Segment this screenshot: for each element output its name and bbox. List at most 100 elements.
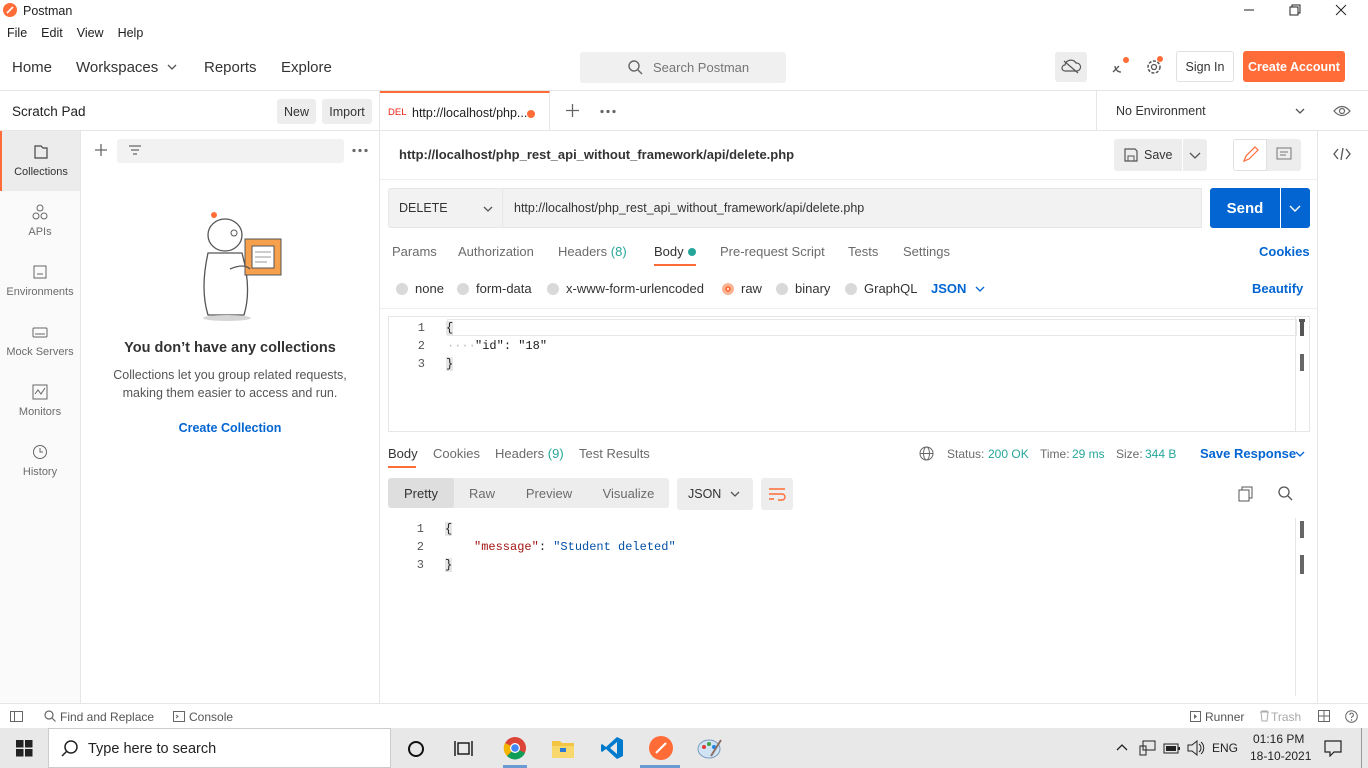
- find-replace-button[interactable]: Find and Replace: [60, 710, 154, 724]
- tab-params[interactable]: Params: [392, 244, 437, 259]
- new-button[interactable]: New: [277, 99, 316, 124]
- postman-app-icon[interactable]: [648, 735, 674, 761]
- save-options-button[interactable]: [1183, 139, 1207, 171]
- sidebar-item-collections[interactable]: Collections: [0, 131, 80, 191]
- save-button[interactable]: Save: [1114, 139, 1182, 171]
- paint-icon[interactable]: [697, 736, 723, 760]
- size-value[interactable]: 344 B: [1145, 447, 1176, 461]
- restore-icon[interactable]: [1289, 4, 1301, 16]
- filter-input[interactable]: [117, 139, 344, 163]
- radio-none[interactable]: none: [396, 281, 444, 296]
- battery-icon[interactable]: [1163, 741, 1181, 755]
- code-snippet-icon[interactable]: [1333, 147, 1351, 161]
- chrome-icon[interactable]: [503, 736, 527, 760]
- clock-date[interactable]: 18-10-2021: [1250, 749, 1311, 763]
- radio-graphql[interactable]: GraphQL: [845, 281, 917, 296]
- tab-authorization[interactable]: Authorization: [458, 244, 534, 259]
- sign-in-button[interactable]: Sign In: [1176, 51, 1234, 82]
- copy-icon[interactable]: [1238, 486, 1254, 502]
- comments-icon[interactable]: [1267, 139, 1301, 171]
- vscode-icon[interactable]: [600, 736, 624, 760]
- sidebar-item-monitors[interactable]: Monitors: [0, 371, 80, 431]
- create-account-button[interactable]: Create Account: [1243, 51, 1345, 82]
- view-pretty-button[interactable]: Pretty: [388, 478, 454, 508]
- clock-time[interactable]: 01:16 PM: [1253, 732, 1304, 746]
- new-tab-icon[interactable]: [566, 104, 579, 117]
- tab-tests[interactable]: Tests: [848, 244, 878, 259]
- sidebar-item-apis[interactable]: APIs: [0, 191, 80, 251]
- radio-binary[interactable]: binary: [776, 281, 830, 296]
- tab-settings[interactable]: Settings: [903, 244, 950, 259]
- response-body-viewer[interactable]: 1 2 3 { "message": "Student deleted" }: [388, 518, 1310, 698]
- time-value[interactable]: 29 ms: [1072, 447, 1105, 461]
- menu-view[interactable]: View: [77, 26, 104, 40]
- tab-body[interactable]: Body: [654, 244, 684, 259]
- save-response-button[interactable]: Save Response: [1200, 446, 1296, 461]
- request-tab[interactable]: DEL http://localhost/php...: [380, 91, 550, 131]
- import-button[interactable]: Import: [322, 99, 372, 124]
- view-raw-button[interactable]: Raw: [454, 478, 510, 508]
- wrap-lines-icon[interactable]: [761, 478, 793, 510]
- add-collection-icon[interactable]: [94, 143, 108, 157]
- beautify-link[interactable]: Beautify: [1252, 281, 1303, 296]
- minimize-icon[interactable]: [1243, 4, 1255, 16]
- more-options-icon[interactable]: [352, 148, 368, 153]
- tab-headers[interactable]: Headers (8): [558, 244, 627, 259]
- close-icon[interactable]: [1335, 4, 1347, 16]
- settings-gear-icon[interactable]: [1145, 56, 1165, 76]
- task-view-icon[interactable]: [454, 740, 473, 757]
- chevron-up-icon[interactable]: [1116, 743, 1128, 751]
- menu-file[interactable]: File: [7, 26, 27, 40]
- nav-explore[interactable]: Explore: [281, 59, 332, 76]
- radio-urlencoded[interactable]: x-www-form-urlencoded: [547, 281, 704, 296]
- resp-tab-cookies[interactable]: Cookies: [433, 446, 480, 461]
- sidebar-item-environments[interactable]: Environments: [0, 251, 80, 311]
- globe-icon[interactable]: [919, 446, 934, 461]
- language-indicator[interactable]: ENG: [1212, 741, 1238, 755]
- tab-prerequest-script[interactable]: Pre-request Script: [720, 244, 825, 259]
- help-icon[interactable]: [1345, 710, 1358, 723]
- response-format-select[interactable]: JSON: [677, 478, 753, 510]
- scrollbar[interactable]: [1300, 521, 1304, 538]
- view-preview-button[interactable]: Preview: [510, 478, 588, 508]
- volume-icon[interactable]: [1187, 740, 1205, 756]
- status-value[interactable]: 200 OK: [988, 447, 1029, 461]
- view-visualize-button[interactable]: Visualize: [588, 478, 669, 508]
- eye-icon[interactable]: [1333, 104, 1351, 118]
- chevron-down-icon[interactable]: [1295, 107, 1305, 115]
- two-pane-icon[interactable]: [1318, 710, 1330, 722]
- nav-reports[interactable]: Reports: [204, 59, 257, 76]
- cookies-link[interactable]: Cookies: [1259, 244, 1310, 259]
- toggle-sidebar-icon[interactable]: [10, 711, 23, 722]
- resp-tab-headers[interactable]: Headers (9): [495, 446, 564, 461]
- taskbar-search[interactable]: Type here to search: [48, 728, 391, 768]
- sidebar-item-history[interactable]: History: [0, 431, 80, 491]
- satellite-icon[interactable]: [1110, 57, 1130, 77]
- send-options-button[interactable]: [1281, 188, 1310, 228]
- radio-form-data[interactable]: form-data: [457, 281, 532, 296]
- cloud-sync-icon[interactable]: [1055, 52, 1087, 82]
- edit-pencil-icon[interactable]: [1233, 139, 1267, 171]
- menu-edit[interactable]: Edit: [41, 26, 63, 40]
- notifications-icon[interactable]: [1324, 740, 1342, 757]
- search-input[interactable]: Search Postman: [580, 52, 786, 83]
- search-response-icon[interactable]: [1278, 486, 1293, 501]
- runner-button[interactable]: Runner: [1205, 710, 1244, 724]
- trash-button[interactable]: Trash: [1271, 710, 1301, 724]
- menu-help[interactable]: Help: [118, 26, 144, 40]
- send-button[interactable]: Send: [1210, 188, 1280, 228]
- windows-start-icon[interactable]: [16, 740, 33, 757]
- url-input[interactable]: http://localhost/php_rest_api_without_fr…: [503, 188, 1202, 228]
- nav-workspaces[interactable]: Workspaces: [76, 59, 158, 76]
- network-icon[interactable]: [1139, 740, 1156, 756]
- resp-tab-body[interactable]: Body: [388, 446, 418, 461]
- method-select[interactable]: DELETE: [388, 188, 503, 228]
- file-explorer-icon[interactable]: [551, 737, 575, 759]
- cortana-icon[interactable]: [407, 740, 425, 758]
- request-body-editor[interactable]: 1 2 3 { ···· "id": "18" }: [388, 316, 1310, 432]
- radio-raw[interactable]: raw: [722, 281, 762, 296]
- resp-tab-test-results[interactable]: Test Results: [579, 446, 650, 461]
- console-button[interactable]: Console: [189, 710, 233, 724]
- sidebar-item-mock-servers[interactable]: Mock Servers: [0, 311, 80, 371]
- body-format-select[interactable]: JSON: [931, 281, 966, 296]
